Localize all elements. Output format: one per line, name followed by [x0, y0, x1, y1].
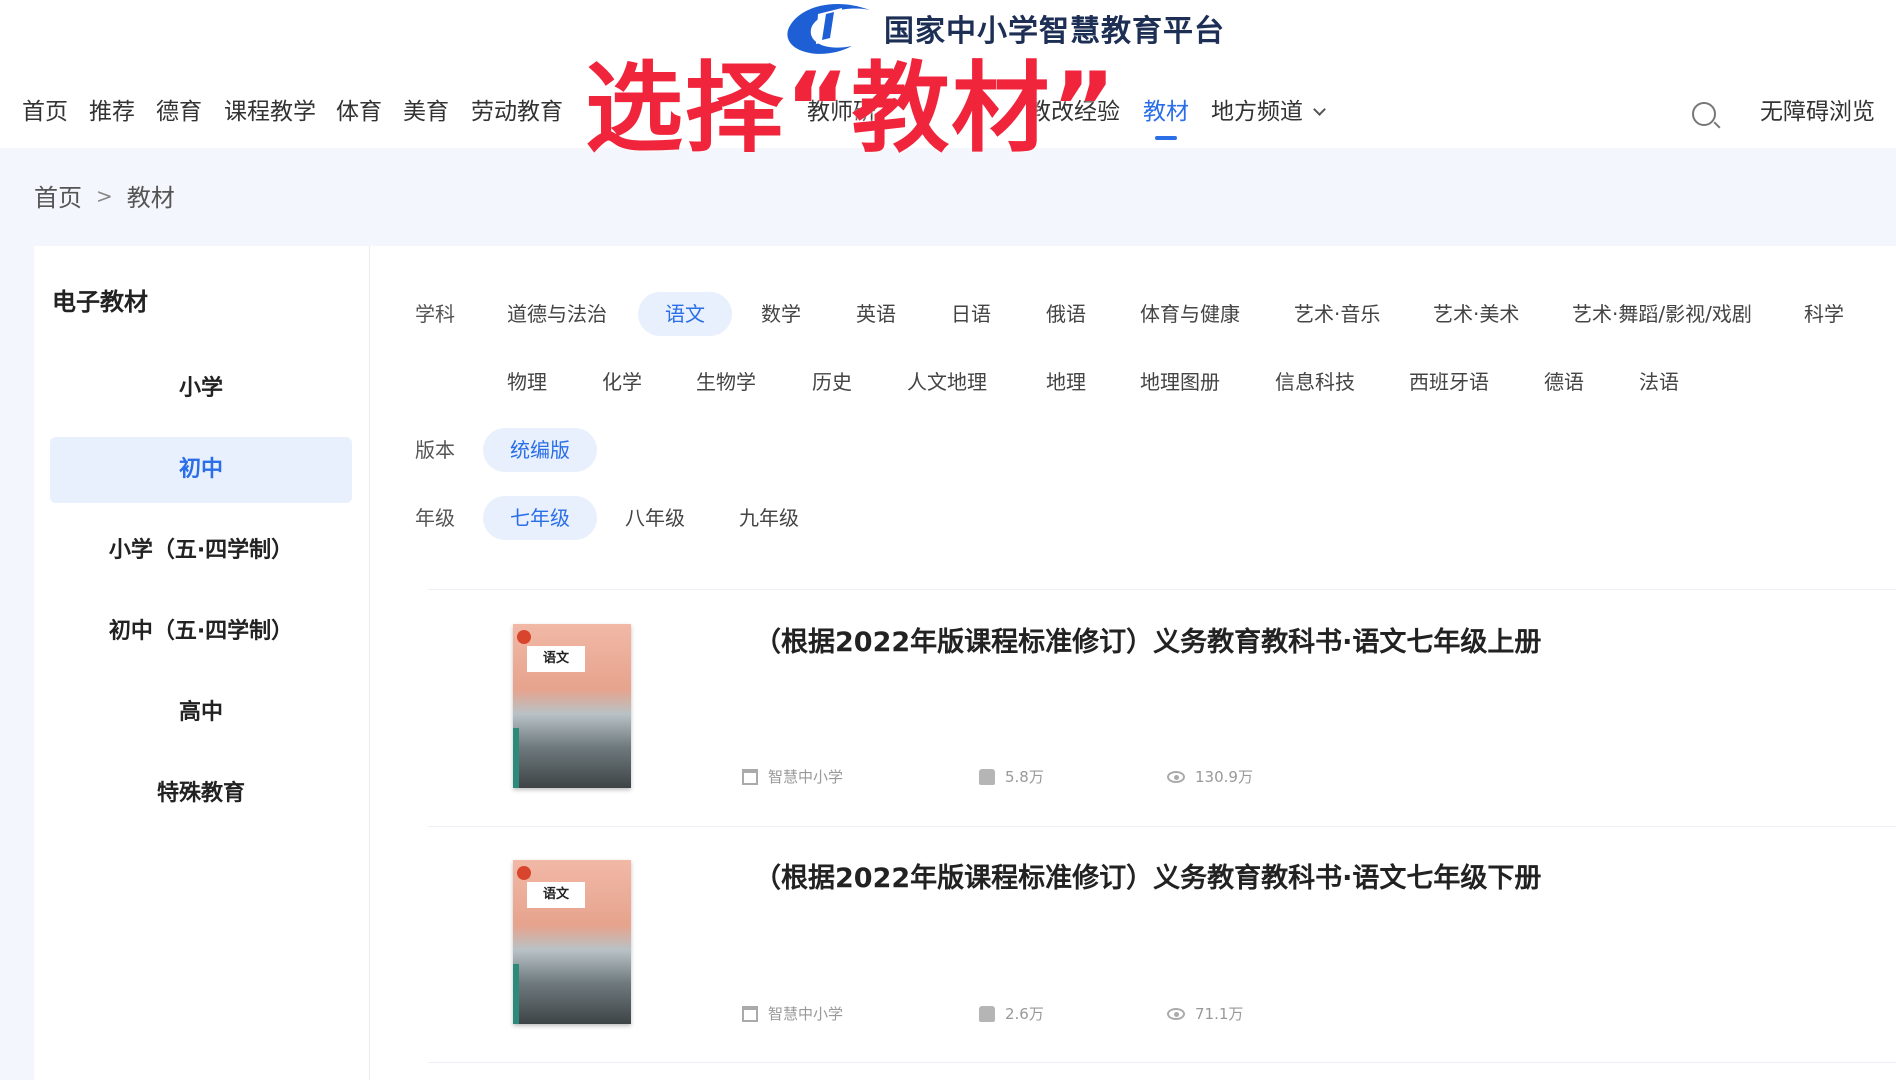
cover-stripe	[513, 964, 519, 1024]
overlay-caption: 选择“教材”	[585, 52, 1118, 166]
publisher-badge-icon	[517, 630, 531, 644]
grade-filter-label: 年级	[415, 506, 455, 530]
subject-chip-active[interactable]: 语文	[638, 292, 732, 336]
nav-item-local-channel-label: 地方频道	[1211, 99, 1303, 125]
nav-item-home[interactable]: 首页	[22, 92, 68, 132]
views-count: 71.1万	[1195, 1005, 1244, 1023]
cover-title: 语文	[527, 882, 585, 908]
book-publisher: 智慧中小学	[742, 766, 843, 787]
nav-item-recommend[interactable]: 推荐	[89, 92, 135, 132]
subject-chip[interactable]: 体育与健康	[1113, 292, 1267, 336]
building-icon	[742, 768, 758, 785]
nav-item-moral[interactable]: 德育	[156, 92, 202, 132]
book-title[interactable]: （根据2022年版课程标准修订）义务教育教科书·语文七年级上册	[754, 620, 1541, 659]
nav-item-course-teaching[interactable]: 课程教学	[224, 92, 316, 132]
likes-count: 2.6万	[1005, 1005, 1044, 1023]
sidebar-item-primary-54[interactable]: 小学（五·四学制）	[50, 518, 352, 584]
subject-chip[interactable]: 日语	[924, 292, 1018, 336]
subject-chip[interactable]: 艺术·舞蹈/影视/戏剧	[1545, 292, 1779, 336]
logo-text: 国家中小学智慧教育平台	[884, 14, 1225, 49]
list-divider	[428, 826, 1896, 827]
book-cover[interactable]: 语文	[513, 860, 631, 1024]
views-count: 130.9万	[1195, 768, 1253, 786]
subject-chip[interactable]: 英语	[829, 292, 923, 336]
publisher-name: 智慧中小学	[768, 768, 844, 786]
search-icon[interactable]	[1692, 102, 1716, 126]
nav-item-local-channel[interactable]: 地方频道	[1211, 92, 1326, 132]
cover-title: 语文	[527, 646, 585, 672]
sidebar-item-junior-54[interactable]: 初中（五·四学制）	[50, 599, 352, 665]
subject-chip[interactable]: 数学	[734, 292, 828, 336]
platform-logo[interactable]: 国家中小学智慧教育平台	[782, 0, 1225, 56]
likes-count: 5.8万	[1005, 768, 1044, 786]
edition-chip-active[interactable]: 统编版	[483, 428, 597, 472]
nav-item-textbooks[interactable]: 教材	[1143, 92, 1189, 140]
book-likes[interactable]: 2.6万	[979, 1003, 1044, 1024]
subject-chip[interactable]: 人文地理	[880, 360, 1014, 404]
accessibility-link[interactable]: 无障碍浏览	[1760, 92, 1875, 132]
subject-chip[interactable]: 俄语	[1019, 292, 1113, 336]
edition-filter-label: 版本	[415, 438, 455, 462]
sidebar-item-primary[interactable]: 小学	[50, 356, 352, 422]
subject-filter-label: 学科	[415, 302, 455, 326]
book-title[interactable]: （根据2022年版课程标准修订）义务教育教科书·语文七年级下册	[754, 856, 1541, 895]
breadcrumb-separator: >	[96, 183, 113, 208]
publisher-badge-icon	[517, 866, 531, 880]
grade-chip-active[interactable]: 七年级	[483, 496, 597, 540]
eye-icon	[1167, 770, 1185, 783]
sidebar: 电子教材 小学 初中 小学（五·四学制） 初中（五·四学制） 高中 特殊教育	[34, 246, 370, 1080]
logo-mark-icon	[787, 3, 870, 54]
subject-chip[interactable]: 法语	[1612, 360, 1706, 404]
subject-chip[interactable]: 艺术·音乐	[1267, 292, 1407, 336]
subject-chip[interactable]: 科学	[1777, 292, 1871, 336]
breadcrumb: 首页 > 教材	[34, 178, 175, 213]
main-panel: 学科 道德与法治 语文 数学 英语 日语 俄语 体育与健康 艺术·音乐 艺术·美…	[370, 246, 1896, 1080]
chevron-down-icon	[1313, 103, 1326, 116]
subject-chip[interactable]: 化学	[575, 360, 669, 404]
breadcrumb-home[interactable]: 首页	[34, 178, 82, 213]
book-cover[interactable]: 语文	[513, 624, 631, 788]
subject-chip[interactable]: 地理图册	[1113, 360, 1247, 404]
subject-chip[interactable]: 信息科技	[1248, 360, 1382, 404]
subject-chip[interactable]: 德语	[1517, 360, 1611, 404]
thumbs-up-icon	[979, 1005, 995, 1022]
book-publisher: 智慧中小学	[742, 1003, 843, 1024]
subject-chip[interactable]: 历史	[785, 360, 879, 404]
list-divider	[428, 1062, 1896, 1063]
book-likes[interactable]: 5.8万	[979, 766, 1044, 787]
grade-chip[interactable]: 九年级	[712, 496, 826, 540]
nav-item-labor[interactable]: 劳动教育	[471, 92, 563, 132]
nav-item-pe[interactable]: 体育	[336, 92, 382, 132]
sidebar-item-special-education[interactable]: 特殊教育	[50, 761, 352, 827]
list-divider	[428, 589, 1896, 590]
breadcrumb-current: 教材	[126, 184, 175, 212]
sidebar-item-senior-high[interactable]: 高中	[50, 680, 352, 746]
subject-chip[interactable]: 道德与法治	[480, 292, 634, 336]
cover-stripe	[513, 728, 519, 788]
subject-chip[interactable]: 西班牙语	[1382, 360, 1516, 404]
building-icon	[742, 1005, 758, 1022]
eye-icon	[1167, 1007, 1185, 1020]
book-views: 71.1万	[1167, 1003, 1243, 1024]
thumbs-up-icon	[979, 768, 995, 785]
subject-chip[interactable]: 生物学	[669, 360, 783, 404]
subject-chip[interactable]: 物理	[480, 360, 574, 404]
subject-chip[interactable]: 艺术·美术	[1406, 292, 1546, 336]
publisher-name: 智慧中小学	[768, 1005, 844, 1023]
grade-chip[interactable]: 八年级	[598, 496, 712, 540]
nav-item-arts[interactable]: 美育	[403, 92, 449, 132]
subject-chip[interactable]: 地理	[1019, 360, 1113, 404]
book-views: 130.9万	[1167, 766, 1253, 787]
sidebar-item-junior-high[interactable]: 初中	[50, 437, 352, 503]
sidebar-title: 电子教材	[52, 288, 148, 316]
top-header: 国家中小学智慧教育平台 首页 推荐 德育 课程教学 体育 美育 劳动教育 教师研…	[0, 0, 1896, 164]
